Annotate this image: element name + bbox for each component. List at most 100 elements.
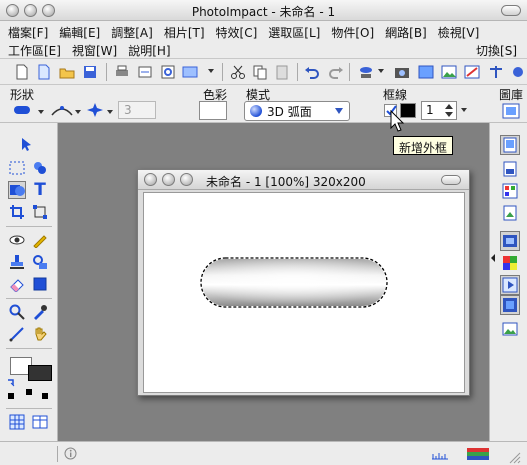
paint-bucket-icon[interactable] bbox=[358, 64, 374, 80]
menu-photo[interactable]: 相片[T] bbox=[164, 24, 205, 41]
objects-panel-icon[interactable] bbox=[500, 159, 520, 179]
new-icon[interactable] bbox=[14, 64, 30, 80]
path-edit-icon[interactable] bbox=[50, 101, 74, 119]
menu-adjust[interactable]: 調整[A] bbox=[111, 24, 153, 41]
color-depth-icon[interactable] bbox=[467, 448, 489, 460]
cut-icon[interactable] bbox=[230, 64, 246, 80]
fill-icon[interactable] bbox=[31, 275, 49, 293]
transform-icon[interactable] bbox=[31, 203, 49, 221]
toolbar-toggle-button[interactable] bbox=[501, 5, 521, 16]
text-tool-icon[interactable]: T bbox=[31, 180, 49, 200]
undo-icon[interactable] bbox=[304, 64, 320, 80]
image-icon[interactable] bbox=[441, 64, 457, 80]
spin-arrows-icon[interactable] bbox=[444, 103, 454, 118]
scan-icon[interactable] bbox=[137, 64, 153, 80]
retouch-icon[interactable] bbox=[31, 253, 49, 271]
color-mode-icon[interactable] bbox=[26, 389, 32, 395]
document-toggle-button[interactable] bbox=[441, 175, 461, 185]
fill-color-swatch[interactable] bbox=[199, 101, 227, 120]
table-icon[interactable] bbox=[31, 413, 49, 431]
lasso-icon[interactable] bbox=[31, 159, 49, 177]
document-maximize-button[interactable] bbox=[180, 173, 193, 186]
filmstrip-icon[interactable] bbox=[500, 295, 520, 315]
redo-icon[interactable] bbox=[328, 64, 344, 80]
shape-tool-icon[interactable] bbox=[8, 181, 26, 199]
anim-panel-icon[interactable] bbox=[500, 275, 520, 295]
resize-grip-icon[interactable] bbox=[507, 450, 521, 464]
crop-icon[interactable] bbox=[8, 203, 26, 221]
ruler-icon[interactable] bbox=[431, 448, 449, 460]
photo-icon[interactable] bbox=[418, 64, 434, 80]
menu-web[interactable]: 網路[B] bbox=[385, 24, 427, 41]
menu-bar: 檔案[F] 編輯[E] 調整[A] 相片[T] 特效[C] 選取區[L] 物件[… bbox=[0, 21, 527, 59]
capture-icon[interactable] bbox=[182, 64, 198, 80]
browser-panel-icon[interactable] bbox=[500, 253, 520, 273]
marquee-icon[interactable] bbox=[8, 159, 26, 177]
chevron-down-icon[interactable] bbox=[461, 108, 467, 112]
scale-icon[interactable] bbox=[488, 64, 504, 80]
brush-icon[interactable] bbox=[31, 231, 49, 249]
chevron-down-icon[interactable] bbox=[38, 110, 44, 114]
chevron-down-icon[interactable] bbox=[208, 69, 214, 73]
foreground-color-swatch[interactable] bbox=[28, 365, 52, 381]
swap-colors-icon[interactable] bbox=[6, 378, 16, 388]
layers-panel-icon[interactable] bbox=[500, 135, 520, 155]
menu-view[interactable]: 檢視[V] bbox=[438, 24, 480, 41]
menu-object[interactable]: 物件[O] bbox=[331, 24, 374, 41]
border-width-stepper[interactable]: 1 bbox=[421, 101, 457, 120]
image-panel-icon[interactable] bbox=[500, 319, 520, 339]
shape-size-stepper[interactable]: 3 bbox=[118, 101, 156, 119]
shape-type-icon[interactable] bbox=[12, 103, 36, 117]
path-icon[interactable] bbox=[8, 325, 26, 343]
default-colors-icon[interactable] bbox=[8, 393, 14, 399]
print-icon[interactable] bbox=[114, 64, 130, 80]
open-icon[interactable] bbox=[36, 64, 52, 80]
palette-panel-icon[interactable] bbox=[500, 181, 520, 201]
paste-icon[interactable] bbox=[274, 64, 290, 80]
chevron-down-icon[interactable] bbox=[378, 69, 384, 73]
menu-selection[interactable]: 選取區[L] bbox=[268, 24, 320, 41]
menu-effect[interactable]: 特效[C] bbox=[216, 24, 258, 41]
tool-separator bbox=[6, 348, 52, 349]
color-mode-alt-icon[interactable] bbox=[42, 393, 48, 399]
eraser-icon[interactable] bbox=[8, 275, 26, 293]
grid-icon[interactable] bbox=[8, 413, 26, 431]
hand-icon[interactable] bbox=[31, 325, 49, 343]
stamp-icon[interactable] bbox=[8, 253, 26, 271]
preview-panel-icon[interactable] bbox=[500, 203, 520, 223]
gallery-icon[interactable] bbox=[502, 103, 520, 119]
chevron-down-icon[interactable] bbox=[107, 110, 113, 114]
eyedropper-icon[interactable] bbox=[31, 303, 49, 321]
shape-size-value: 3 bbox=[124, 103, 132, 117]
document-close-button[interactable] bbox=[144, 173, 157, 186]
open-folder-icon[interactable] bbox=[59, 64, 75, 80]
document-minimize-button[interactable] bbox=[162, 173, 175, 186]
document-title-bar[interactable]: 未命名 - 1 [100%] 320x200 bbox=[138, 170, 469, 190]
menu-edit[interactable]: 編輯[E] bbox=[59, 24, 100, 41]
image-canvas[interactable] bbox=[143, 192, 465, 393]
copy-icon[interactable] bbox=[252, 64, 268, 80]
menu-workspace[interactable]: 工作區[E] bbox=[8, 42, 61, 59]
gallery-panel-icon[interactable] bbox=[500, 231, 520, 251]
border-width-value: 1 bbox=[426, 103, 434, 117]
chevron-down-icon[interactable] bbox=[75, 110, 81, 114]
ornament-shape-icon[interactable] bbox=[86, 102, 104, 118]
redeye-icon[interactable] bbox=[8, 231, 26, 249]
save-icon[interactable] bbox=[82, 64, 98, 80]
zoom-icon[interactable] bbox=[8, 303, 26, 321]
image-adjust-icon[interactable] bbox=[464, 64, 480, 80]
more-icon[interactable] bbox=[510, 64, 526, 80]
camera-icon[interactable] bbox=[394, 64, 410, 80]
menu-file[interactable]: 檔案[F] bbox=[8, 24, 48, 41]
menu-help[interactable]: 說明[H] bbox=[128, 42, 170, 59]
panel-manager bbox=[489, 123, 527, 441]
menu-window[interactable]: 視窗[W] bbox=[72, 42, 117, 59]
collapse-arrow-icon[interactable] bbox=[490, 253, 496, 263]
pointer-icon[interactable] bbox=[18, 135, 36, 153]
info-icon[interactable] bbox=[64, 447, 77, 460]
menu-switch[interactable]: 切換[S] bbox=[476, 42, 517, 59]
toolbar-separator bbox=[106, 63, 107, 81]
standard-toolbar bbox=[0, 59, 527, 85]
mode-select[interactable]: 3D 弧面 bbox=[244, 101, 350, 121]
print-preview-icon[interactable] bbox=[160, 64, 176, 80]
